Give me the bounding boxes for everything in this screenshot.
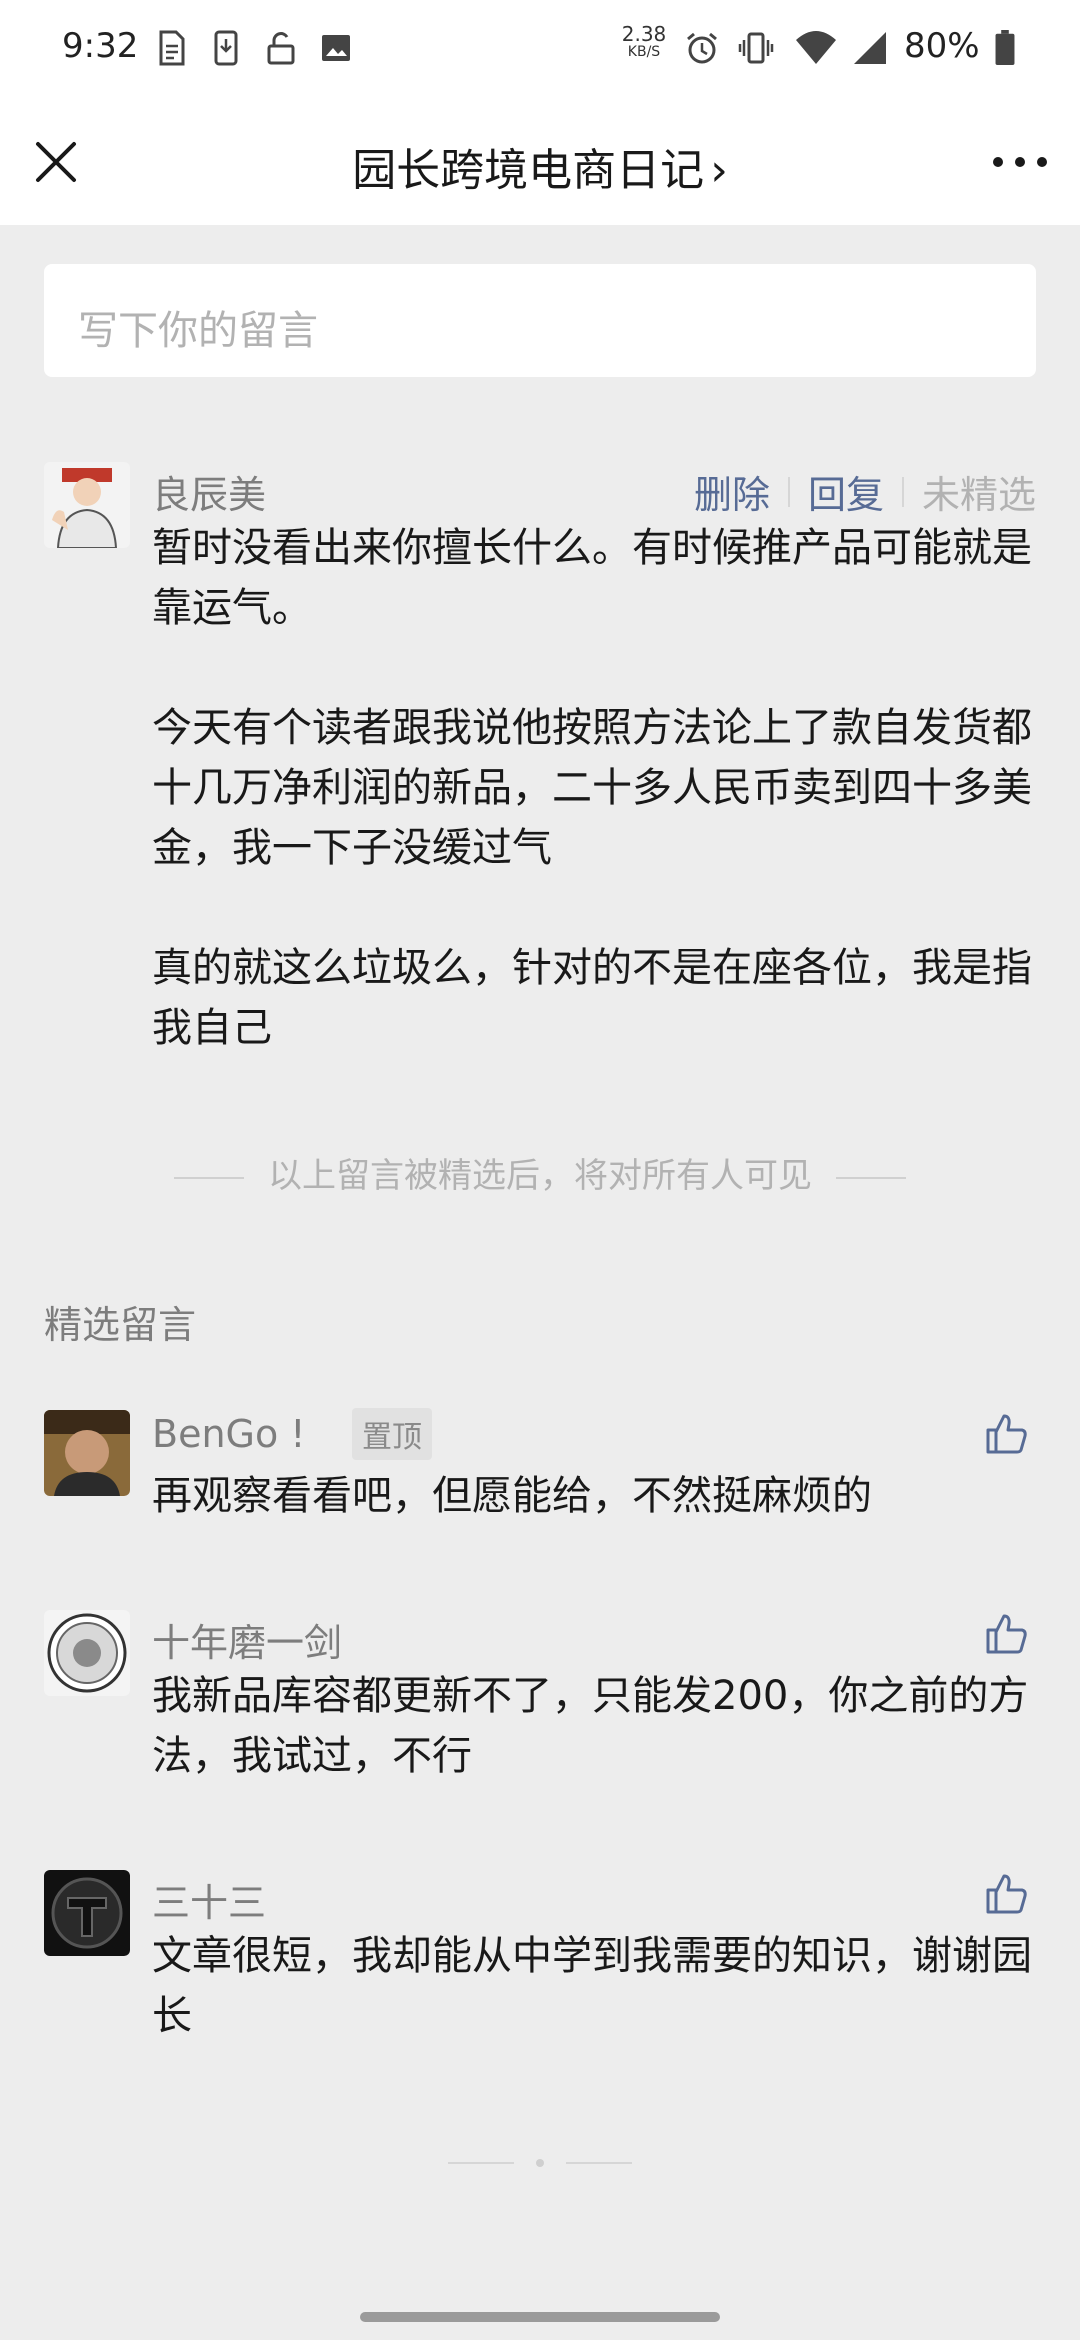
reply-button[interactable]: 回复 [808, 464, 884, 519]
chevron-right-icon: › [710, 145, 728, 196]
like-icon[interactable] [982, 1410, 1030, 1458]
like-icon[interactable] [982, 1610, 1030, 1658]
signal-icon [854, 32, 886, 64]
avatar[interactable] [44, 1870, 130, 1956]
download-icon [214, 30, 238, 66]
like-icon[interactable] [982, 1870, 1030, 1918]
account-name: 园长跨境电商日记 [352, 145, 705, 196]
section-title: 精选留言 [44, 1303, 197, 1347]
list-end-indicator [448, 2158, 632, 2168]
divider-line [448, 2162, 514, 2164]
comment-actions: 删除 回复 未精选 [694, 464, 1036, 519]
pinned-badge: 置顶 [352, 1408, 432, 1460]
divider-line [566, 2162, 632, 2164]
avatar[interactable] [44, 1610, 130, 1696]
action-divider [901, 476, 904, 507]
comment-author: 三十三 [152, 1881, 267, 1925]
divider-line [836, 1176, 906, 1179]
divider-line [174, 1176, 244, 1179]
vibrate-icon [738, 32, 774, 64]
comment-text: 再观察看看吧，但愿能给，不然挺麻烦的 [152, 1473, 872, 1519]
comment-input[interactable]: 写下你的留言 [44, 264, 1036, 377]
status-time: 9:32 [62, 26, 139, 66]
avatar[interactable] [44, 462, 130, 548]
home-indicator[interactable] [360, 2312, 720, 2322]
avatar[interactable] [44, 1410, 130, 1496]
comment-author: 良辰美 [152, 473, 267, 517]
comment-author: BenGo ! [152, 1412, 306, 1456]
comment-author: 十年磨一剑 [152, 1621, 343, 1665]
alarm-icon [687, 32, 717, 64]
delete-button[interactable]: 删除 [694, 464, 770, 519]
account-title[interactable]: 园长跨境电商日记 › [0, 134, 1080, 198]
unfeatured-status: 未精选 [921, 473, 1036, 517]
network-speed: 2.38 KB/S [621, 22, 667, 60]
action-divider [787, 476, 790, 507]
end-dot [536, 2159, 544, 2167]
comment-text: 文章很短，我却能从中学到我需要的知识，谢谢园长 [152, 1933, 1032, 2039]
document-icon [159, 30, 185, 66]
featured-notice-text: 以上留言被精选后，将对所有人可见 [268, 1156, 812, 1196]
more-icon[interactable] [988, 140, 1052, 184]
battery-icon [995, 30, 1015, 66]
nav-bar: 园长跨境电商日记 › [0, 100, 1080, 225]
comment-input-placeholder: 写下你的留言 [78, 308, 318, 354]
battery-percent: 80% [904, 26, 980, 66]
comment-text: 我新品库容都更新不了，只能发200，你之前的方法，我试过，不行 [152, 1673, 1029, 1779]
status-bar: 9:32 2.38 KB/S 80% [0, 0, 1080, 100]
comment-text: 暂时没看出来你擅长什么。有时候推产品可能就是靠运气。 今天有个读者跟我说他按照方… [152, 525, 1032, 1051]
wifi-icon [796, 31, 836, 64]
article-comments-screen: 9:32 2.38 KB/S 80% 园长跨境电商日记 › 写下你的留言 良辰美… [0, 0, 1080, 2340]
featured-notice: 以上留言被精选后，将对所有人可见 [0, 1148, 1080, 1197]
image-icon [322, 35, 350, 61]
unlock-icon [267, 32, 295, 65]
